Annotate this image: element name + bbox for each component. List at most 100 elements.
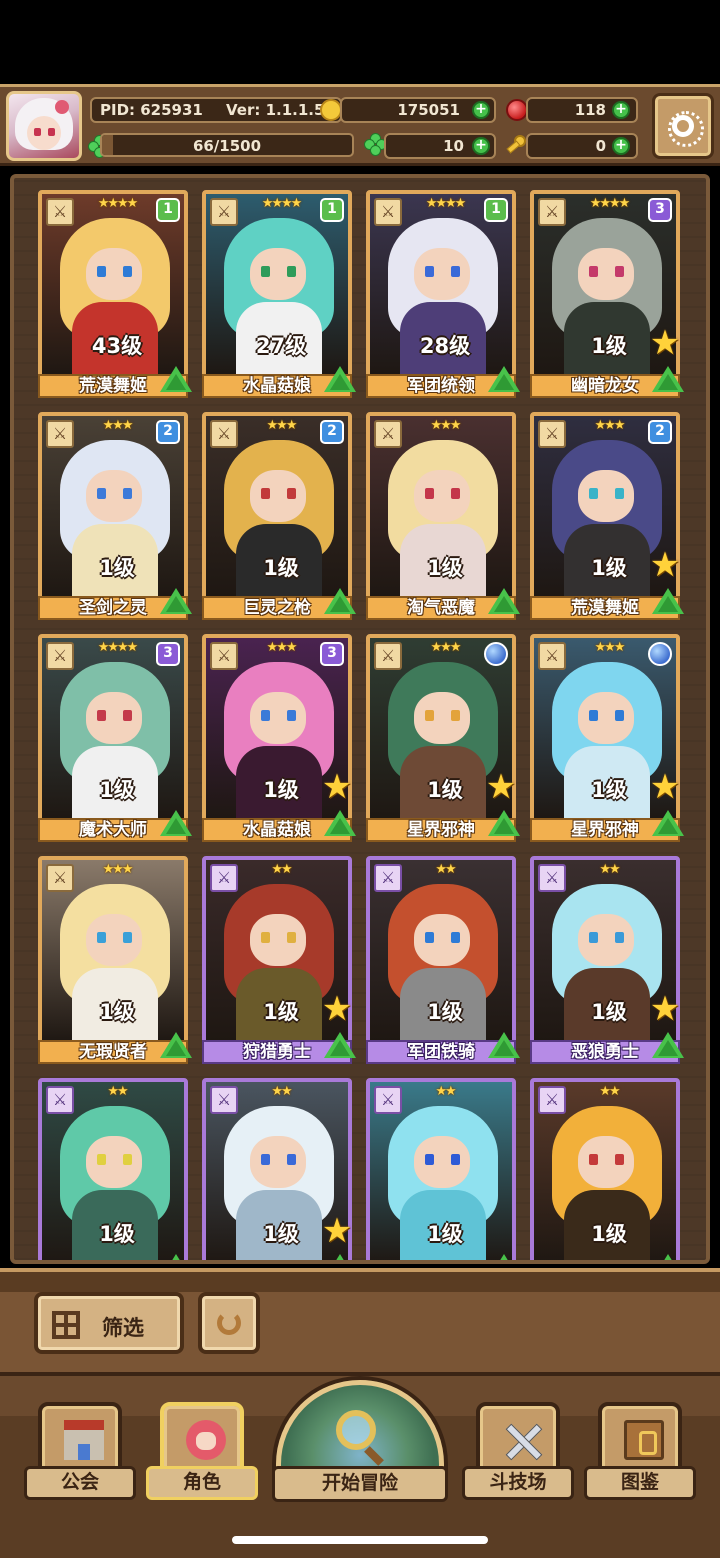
upgrade-arrow-icon (324, 588, 356, 614)
rarity-stars: ★★★★ (97, 196, 139, 211)
card-frame: ⚔ ★★★ 1级 (38, 856, 188, 1046)
star-badge-icon: ★ (321, 767, 353, 807)
portrait-eye (589, 266, 598, 277)
role-class-icon: ⚔ (374, 864, 402, 892)
rarity-stars: ★★★ (430, 418, 462, 433)
character-card[interactable]: ⚔ ★★ 1级 ★ (202, 1078, 356, 1260)
rarity-stars: ★★ (107, 1084, 128, 1099)
portrait-face (414, 1136, 470, 1188)
portrait-face (578, 248, 634, 300)
character-card[interactable]: ⚔ ★★★ 1级 无瑕贤者 (38, 856, 192, 1064)
character-card[interactable]: ⚔ ★★ 1级 ★ 恶狼勇士 (530, 856, 684, 1064)
portrait-face (86, 1136, 142, 1188)
settings-button[interactable] (652, 93, 714, 159)
portrait-eye (123, 488, 132, 499)
portrait-eye (123, 932, 132, 943)
grid-toolbar: 筛选 (0, 1268, 720, 1372)
portrait-face (250, 914, 306, 966)
character-card[interactable]: ⚔ ★★ 1级 (366, 1078, 520, 1260)
add-clover-button[interactable]: + (472, 137, 490, 155)
filter-button[interactable]: 筛选 (34, 1292, 184, 1354)
portrait-eye (261, 1154, 270, 1165)
upgrade-arrow-icon (160, 810, 192, 836)
nav-guild[interactable]: 公会 (24, 1398, 136, 1506)
refresh-button[interactable] (198, 1292, 260, 1354)
role-class-icon: ⚔ (210, 420, 238, 448)
character-card[interactable]: ⚔ ★★★ 1级 ★ 星界邪神 (530, 634, 684, 842)
card-level: 1级 (99, 556, 135, 580)
avatar-face (27, 116, 61, 150)
rarity-stars: ★★ (435, 862, 456, 877)
gear-icon (668, 111, 704, 147)
pid-version-pill: PID: 625931 Ver: 1.1.1.5 (90, 97, 342, 123)
portrait-face (250, 692, 306, 744)
portrait-eye (261, 488, 270, 499)
nav-codex[interactable]: 图鉴 (584, 1398, 696, 1506)
portrait-eye (123, 266, 132, 277)
magnifier-icon (336, 1410, 376, 1450)
portrait-eye (425, 710, 434, 721)
role-class-icon: ⚔ (46, 1086, 74, 1114)
portrait-eye (123, 1154, 132, 1165)
character-card[interactable]: ⚔ ★★ 1级 军团铁骑 (366, 856, 520, 1064)
nav-role-label: 角色 (146, 1466, 258, 1500)
filter-label: 筛选 (102, 1316, 144, 1340)
nav-role[interactable]: 角色 (146, 1398, 258, 1506)
character-card[interactable]: ⚔ ★★★★ 1 27级 水晶菇娘 (202, 190, 356, 398)
character-card[interactable]: ⚔ ★★ 1级 ★ 狩猎勇士 (202, 856, 356, 1064)
add-gem-button[interactable]: + (612, 101, 630, 119)
character-card[interactable]: ⚔ ★★★ 2 1级 巨灵之枪 (202, 412, 356, 620)
portrait-face (250, 1136, 306, 1188)
nav-arena-label: 斗技场 (462, 1466, 574, 1500)
character-card[interactable]: ⚔ ★★★ 1级 淘气恶魔 (366, 412, 520, 620)
portrait-eye (615, 710, 624, 721)
portrait-eye (287, 266, 296, 277)
character-card[interactable]: ⚔ ★★★★ 3 1级 魔术大师 (38, 634, 192, 842)
portrait-face (250, 470, 306, 522)
card-level: 27级 (255, 334, 307, 358)
avatar-flower (55, 100, 69, 114)
card-frame: ⚔ ★★★★ 1 27级 (202, 190, 352, 380)
role-class-icon: ⚔ (538, 864, 566, 892)
portrait-eye (287, 710, 296, 721)
star-badge-icon: ★ (649, 545, 681, 585)
portrait-face (578, 914, 634, 966)
stamina-bar: 66/1500 (100, 133, 354, 157)
portrait-eye (615, 488, 624, 499)
portrait-face (86, 692, 142, 744)
character-card[interactable]: ⚔ ★★★ 2 1级 圣剑之灵 (38, 412, 192, 620)
portrait-eye (589, 932, 598, 943)
character-card[interactable]: ⚔ ★★★★ 3 1级 ★ 幽暗龙女 (530, 190, 684, 398)
character-card[interactable]: ⚔ ★★★★ 1 28级 军团统领 (366, 190, 520, 398)
upgrade-arrow-icon (324, 1254, 356, 1260)
portrait-eye (97, 710, 106, 721)
gem-icon (506, 99, 528, 121)
add-gold-button[interactable]: + (472, 101, 490, 119)
character-card[interactable]: ⚔ ★★★ 3 1级 ★ 水晶菇娘 (202, 634, 356, 842)
character-card[interactable]: ⚔ ★★★★ 1 43级 荒漠舞姬 (38, 190, 192, 398)
rarity-stars: ★★★ (266, 640, 298, 655)
add-key-button[interactable]: + (612, 137, 630, 155)
character-card[interactable]: ⚔ ★★★ 1级 ★ 星界邪神 (366, 634, 520, 842)
portrait-eye (615, 1154, 624, 1165)
portrait-eye (425, 266, 434, 277)
upgrade-arrow-icon (652, 810, 684, 836)
rarity-stars: ★★★ (266, 418, 298, 433)
role-class-icon: ⚔ (210, 198, 238, 226)
role-tile (160, 1402, 244, 1476)
portrait-eye (261, 266, 270, 277)
role-class-icon: ⚔ (538, 420, 566, 448)
rarity-stars: ★★ (435, 1084, 456, 1099)
portrait-face (578, 1136, 634, 1188)
character-card[interactable]: ⚔ ★★★ 2 1级 ★ 荒漠舞姬 (530, 412, 684, 620)
character-card[interactable]: ⚔ ★★ 1级 (38, 1078, 192, 1260)
role-class-icon: ⚔ (46, 198, 74, 226)
character-card[interactable]: ⚔ ★★ 1级 (530, 1078, 684, 1260)
star-badge-icon: ★ (321, 1211, 353, 1251)
player-avatar[interactable] (6, 91, 82, 161)
book-icon (624, 1420, 664, 1460)
upgrade-arrow-icon (488, 1254, 520, 1260)
portrait-face (414, 692, 470, 744)
start-adventure-button[interactable]: 开始冒险 (272, 1380, 448, 1504)
nav-arena[interactable]: 斗技场 (462, 1398, 574, 1506)
